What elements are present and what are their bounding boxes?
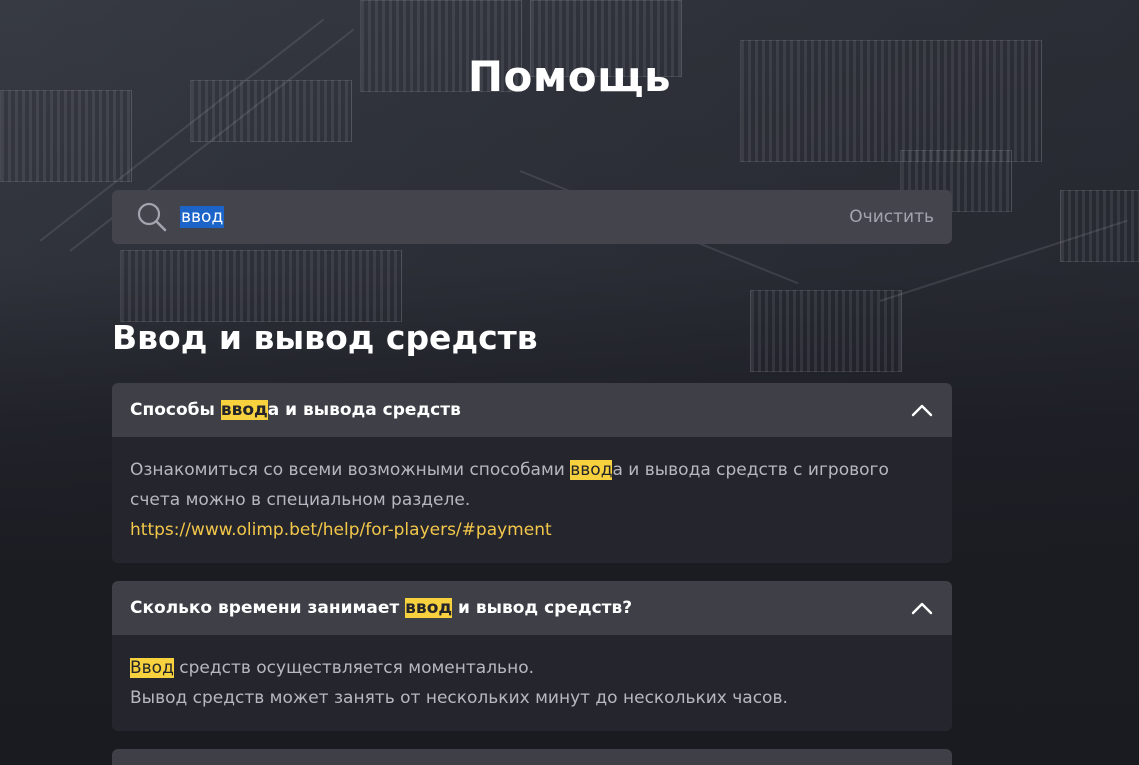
search-input[interactable]: ввод: [180, 206, 225, 228]
payment-help-link[interactable]: https://www.olimp.bet/help/for-players/#…: [130, 520, 552, 540]
faq-item: Сколько времени занимает ввод и вывод ср…: [112, 581, 952, 731]
question-text: Сколько времени занимает: [130, 598, 406, 618]
question-text: Способы: [130, 400, 221, 420]
faq-question-header[interactable]: [112, 749, 952, 765]
chevron-up-icon[interactable]: [910, 596, 934, 620]
faq-answer: Ввод средств осуществляется моментально.…: [112, 635, 952, 731]
faq-question: Сколько времени занимает ввод и вывод ср…: [130, 598, 632, 618]
faq-question-header[interactable]: Способы ввода и вывода средств: [112, 383, 952, 437]
chevron-up-icon[interactable]: [910, 398, 934, 422]
answer-text: средств осуществляется моментально.: [173, 658, 534, 678]
search-icon: [137, 202, 167, 232]
question-text: и вывод средств?: [452, 598, 633, 618]
faq-question-header[interactable]: Сколько времени занимает ввод и вывод ср…: [112, 581, 952, 635]
question-text: а и вывода средств: [267, 400, 461, 420]
answer-text: Вывод средств может занять от нескольких…: [130, 688, 788, 708]
search-highlight: ввод: [570, 460, 613, 480]
faq-question: Способы ввода и вывода средств: [130, 400, 461, 420]
clear-search-button[interactable]: Очистить: [849, 207, 934, 227]
search-bar[interactable]: ввод Очистить: [112, 190, 952, 244]
search-highlight: ввод: [405, 598, 453, 618]
page-title: Помощь: [467, 52, 672, 101]
faq-answer: Ознакомиться со всеми возможными способа…: [112, 437, 952, 563]
search-highlight: Ввод: [130, 658, 174, 678]
faq-item-partial: [112, 749, 952, 765]
faq-item: Способы ввода и вывода средств Ознакомит…: [112, 383, 952, 563]
answer-text: Ознакомиться со всеми возможными способа…: [130, 460, 571, 480]
section-title: Ввод и вывод средств: [112, 318, 538, 357]
search-highlight: ввод: [220, 400, 268, 420]
